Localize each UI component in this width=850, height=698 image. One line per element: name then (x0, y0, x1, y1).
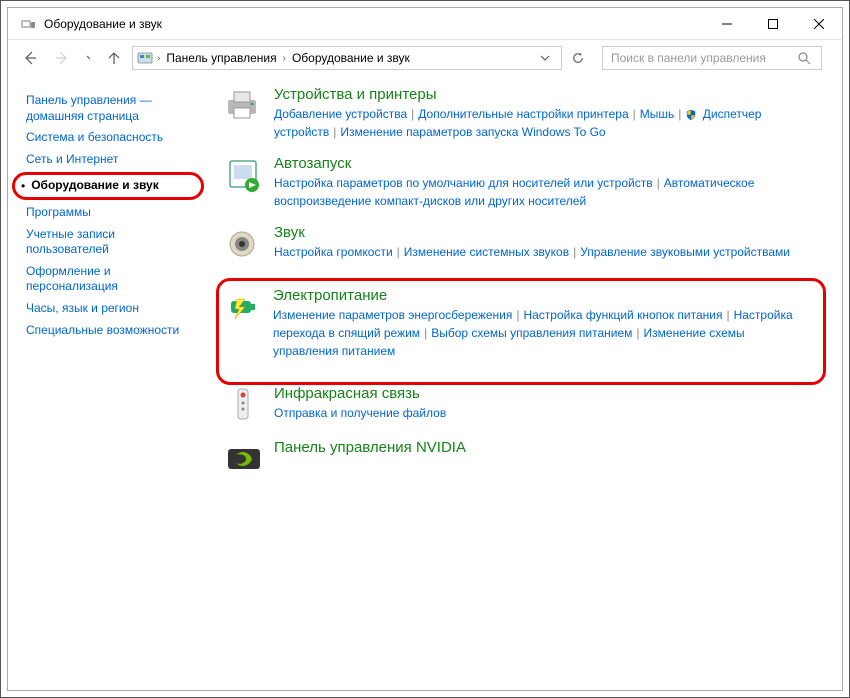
address-bar: › Панель управления › Оборудование и зву… (8, 40, 842, 76)
category-links: Настройка громкости | Изменение системных … (274, 243, 826, 261)
category-5: Панель управления NVIDIA (224, 439, 826, 479)
close-button[interactable] (796, 9, 842, 39)
category-link[interactable]: Добавление устройства (274, 107, 407, 121)
recent-dropdown[interactable] (80, 44, 96, 72)
separator: | (424, 326, 427, 340)
control-panel-window: Оборудование и звук › Панель управления … (7, 7, 843, 691)
highlight-box: Электропитание Изменение параметров энерг… (216, 278, 826, 385)
separator: | (636, 326, 639, 340)
category-title[interactable]: Устройства и принтеры (274, 86, 436, 103)
category-0: Устройства и принтеры Добавление устройст… (224, 86, 826, 141)
category-links: Настройка параметров по умолчанию для но… (274, 174, 826, 210)
category-link[interactable]: Настройка громкости (274, 245, 393, 259)
sidebar-item-8[interactable]: Специальные возможности (26, 320, 198, 342)
category-link[interactable]: Управление звуковыми устройствами (580, 245, 790, 259)
sidebar-item-4[interactable]: Программы (26, 202, 198, 224)
window-icon (18, 14, 38, 34)
search-icon (797, 51, 811, 65)
search-box[interactable] (602, 46, 822, 70)
chevron-right-icon: › (283, 53, 286, 64)
sidebar-item-7[interactable]: Часы, язык и регион (26, 298, 198, 320)
autoplay-icon (224, 155, 264, 195)
crumb-root[interactable]: Панель управления (164, 51, 278, 65)
category-links: Изменение параметров энергосбережения | На… (273, 306, 813, 360)
category-link[interactable]: Выбор схемы управления питанием (431, 326, 632, 340)
category-title[interactable]: Автозапуск (274, 155, 351, 172)
window-title: Оборудование и звук (44, 17, 162, 31)
control-panel-icon (137, 50, 153, 66)
printer-icon (224, 86, 264, 126)
category-title[interactable]: Панель управления NVIDIA (274, 439, 466, 456)
category-3: Электропитание Изменение параметров энерг… (223, 287, 813, 360)
breadcrumb-dropdown[interactable] (533, 46, 557, 70)
infrared-icon (224, 385, 264, 425)
sidebar-item-2[interactable]: Сеть и Интернет (26, 149, 198, 171)
separator: | (333, 125, 336, 139)
category-title[interactable]: Инфракрасная связь (274, 385, 420, 402)
search-input[interactable] (609, 50, 797, 66)
maximize-button[interactable] (750, 9, 796, 39)
breadcrumb[interactable]: › Панель управления › Оборудование и зву… (132, 46, 562, 70)
category-link[interactable]: Изменение параметров запуска Windows To … (340, 125, 605, 139)
nvidia-icon (224, 439, 264, 479)
category-1: Автозапуск Настройка параметров по умолча… (224, 155, 826, 210)
separator: | (726, 308, 729, 322)
separator: | (657, 176, 660, 190)
sidebar-item-6[interactable]: Оформление и персонализация (26, 261, 198, 298)
titlebar: Оборудование и звук (8, 8, 842, 40)
main-content: Устройства и принтеры Добавление устройст… (208, 76, 842, 690)
category-title[interactable]: Электропитание (273, 287, 387, 304)
sound-icon (224, 224, 264, 264)
category-links: Отправка и получение файлов (274, 404, 826, 422)
sidebar: Панель управления — домашняя страницаСис… (8, 76, 208, 690)
up-button[interactable] (100, 44, 128, 72)
category-title[interactable]: Звук (274, 224, 305, 241)
separator: | (411, 107, 414, 121)
sidebar-item-5[interactable]: Учетные записи пользователей (26, 224, 198, 261)
category-2: Звук Настройка громкости | Изменение систем… (224, 224, 826, 264)
chevron-right-icon: › (157, 53, 160, 64)
category-link[interactable]: Мышь (640, 107, 675, 121)
sidebar-item-0[interactable]: Панель управления — домашняя страница (26, 90, 198, 127)
separator: | (397, 245, 400, 259)
crumb-current[interactable]: Оборудование и звук (290, 51, 412, 65)
power-icon (223, 287, 263, 327)
category-link[interactable]: Изменение системных звуков (404, 245, 569, 259)
category-link[interactable]: Изменение параметров энергосбережения (273, 308, 512, 322)
minimize-button[interactable] (704, 9, 750, 39)
refresh-button[interactable] (566, 46, 590, 70)
forward-button[interactable] (48, 44, 76, 72)
separator: | (633, 107, 636, 121)
sidebar-item-3[interactable]: Оборудование и звук (31, 178, 159, 194)
category-link[interactable]: Отправка и получение файлов (274, 406, 446, 420)
category-link[interactable]: Настройка параметров по умолчанию для но… (274, 176, 653, 190)
shield-icon (685, 109, 697, 121)
category-links: Добавление устройства | Дополнительные нас… (274, 105, 826, 141)
separator: | (678, 107, 681, 121)
sidebar-item-1[interactable]: Система и безопасность (26, 127, 198, 149)
back-button[interactable] (16, 44, 44, 72)
separator: | (516, 308, 519, 322)
category-4: Инфракрасная связь Отправка и получение ф… (224, 385, 826, 425)
category-link[interactable]: Дополнительные настройки принтера (418, 107, 628, 121)
category-link[interactable]: Настройка функций кнопок питания (523, 308, 722, 322)
separator: | (573, 245, 576, 259)
sidebar-item-active[interactable]: Оборудование и звук (12, 172, 204, 200)
